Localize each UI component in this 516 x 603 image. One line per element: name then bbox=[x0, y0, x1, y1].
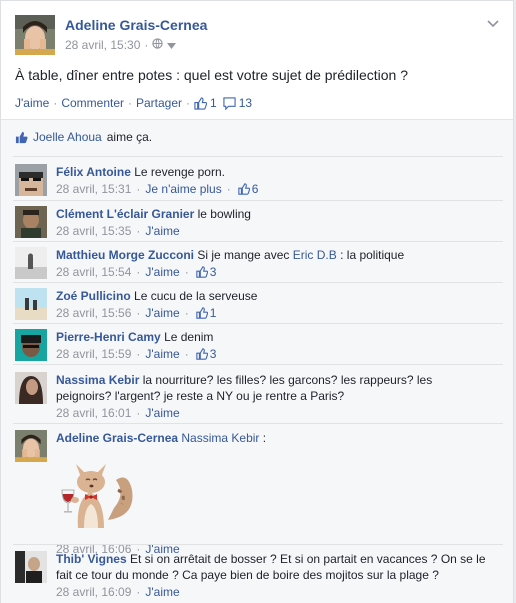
fox-wine-sticker bbox=[56, 450, 142, 532]
like-button[interactable]: J'aime bbox=[145, 305, 179, 321]
comment-text: : la politique bbox=[340, 248, 405, 262]
action-separator: · bbox=[128, 96, 132, 110]
thumbs-up-icon bbox=[196, 266, 208, 278]
post-actions: J'aime · Commenter · Partager · 1 13 bbox=[15, 96, 252, 110]
commenter-name[interactable]: Adeline Grais-Cernea bbox=[56, 431, 178, 445]
comment-bubble-icon[interactable] bbox=[223, 96, 236, 110]
divider bbox=[13, 323, 503, 324]
comment-text: Et si on arrêtait de bosser ? Et si on p… bbox=[129, 552, 486, 566]
mention-link[interactable]: Eric D.B bbox=[293, 248, 337, 262]
divider bbox=[13, 544, 503, 545]
commenter-avatar[interactable] bbox=[15, 551, 47, 583]
comment-date[interactable]: 28 avril, 16:09 bbox=[56, 584, 131, 600]
commenter-avatar[interactable] bbox=[15, 164, 47, 196]
thumbs-up-icon bbox=[15, 131, 28, 144]
divider bbox=[13, 200, 503, 201]
divider bbox=[13, 156, 503, 157]
post-text: À table, dîner entre potes : quel est vo… bbox=[15, 67, 409, 83]
commenter-avatar[interactable] bbox=[15, 206, 47, 238]
like-button[interactable]: J'aime bbox=[145, 584, 179, 600]
comment-date[interactable]: 28 avril, 15:56 bbox=[56, 305, 131, 321]
comment-text: : bbox=[262, 431, 267, 445]
comment-date[interactable]: 28 avril, 15:35 bbox=[56, 223, 131, 239]
globe-icon[interactable] bbox=[152, 38, 164, 52]
post-meta: 28 avril, 15:30 · bbox=[65, 38, 177, 52]
commenter-name[interactable]: Pierre-Henri Camy bbox=[56, 330, 161, 344]
thumbs-up-icon bbox=[196, 307, 208, 319]
thumbs-up-icon[interactable] bbox=[194, 96, 208, 110]
comment-text: Le cucu de la serveuse bbox=[134, 289, 258, 303]
chevron-down-icon[interactable] bbox=[487, 17, 499, 31]
thumbs-up-icon bbox=[238, 183, 250, 195]
comment-count[interactable]: 13 bbox=[239, 96, 252, 110]
post-author-name[interactable]: Adeline Grais-Cernea bbox=[65, 17, 207, 33]
comment-text-pre: Si je mange avec bbox=[197, 248, 290, 262]
comment-text: la nourriture? les filles? les garcons? … bbox=[142, 373, 433, 387]
thumbs-up-icon bbox=[196, 348, 208, 360]
commenter-avatar[interactable] bbox=[15, 247, 47, 279]
comment-text: Le denim bbox=[164, 330, 214, 344]
commenter-name[interactable]: Zoé Pullicino bbox=[56, 289, 131, 303]
action-separator: · bbox=[186, 96, 191, 110]
like-button[interactable]: J'aime bbox=[15, 96, 49, 110]
commenter-avatar[interactable] bbox=[15, 372, 47, 404]
commenter-avatar[interactable] bbox=[15, 288, 47, 320]
like-button[interactable]: J'aime bbox=[145, 405, 179, 421]
divider bbox=[13, 282, 503, 283]
comment-text: le bowling bbox=[197, 207, 251, 221]
comment-likes[interactable]: 3 bbox=[196, 264, 216, 280]
comment-date[interactable]: 28 avril, 15:54 bbox=[56, 264, 131, 280]
liker-name[interactable]: Joelle Ahoua bbox=[33, 130, 102, 144]
like-button[interactable]: J'aime bbox=[145, 346, 179, 362]
comments-section: Joelle Ahoua aime ça. Félix Antoine Le r… bbox=[1, 119, 513, 603]
comment-button[interactable]: Commenter bbox=[61, 96, 124, 110]
meta-dot: · bbox=[144, 38, 149, 52]
share-button[interactable]: Partager bbox=[136, 96, 182, 110]
comment-text: Le revenge porn. bbox=[134, 165, 225, 179]
post-card: Adeline Grais-Cernea 28 avril, 15:30 · À… bbox=[0, 0, 514, 603]
comment-likes[interactable]: 6 bbox=[238, 181, 258, 197]
comment-text-line2: peignoirs? l'argent? je reste a NY ou je… bbox=[56, 389, 345, 403]
unlike-button[interactable]: Je n'aime plus bbox=[145, 181, 221, 197]
commenter-avatar[interactable] bbox=[15, 329, 47, 361]
commenter-name[interactable]: Félix Antoine bbox=[56, 165, 131, 179]
commenter-name[interactable]: Thib' Vignes bbox=[56, 552, 127, 566]
commenter-name[interactable]: Nassima Kebir bbox=[56, 373, 139, 387]
comment-likes[interactable]: 3 bbox=[196, 346, 216, 362]
like-button[interactable]: J'aime bbox=[145, 223, 179, 239]
comment-date[interactable]: 28 avril, 16:01 bbox=[56, 405, 131, 421]
caret-down-icon[interactable] bbox=[167, 38, 177, 52]
likes-suffix: aime ça. bbox=[106, 130, 153, 144]
comment-date[interactable]: 28 avril, 15:59 bbox=[56, 346, 131, 362]
comment-date[interactable]: 28 avril, 15:31 bbox=[56, 181, 131, 197]
post-header: Adeline Grais-Cernea 28 avril, 15:30 · bbox=[15, 15, 501, 57]
like-button[interactable]: J'aime bbox=[145, 264, 179, 280]
divider bbox=[13, 364, 503, 365]
comment-text-line2: fait ce tour du monde ? Ca paye bien de … bbox=[56, 568, 439, 582]
post-date[interactable]: 28 avril, 15:30 bbox=[65, 38, 140, 52]
commenter-name[interactable]: Clément L'éclair Granier bbox=[56, 207, 194, 221]
action-separator: · bbox=[53, 96, 58, 110]
mention-link[interactable]: Nassima Kebir bbox=[181, 431, 259, 445]
comment-likes[interactable]: 1 bbox=[196, 305, 216, 321]
divider bbox=[13, 241, 503, 242]
author-avatar[interactable] bbox=[15, 15, 55, 55]
commenter-avatar[interactable] bbox=[15, 430, 47, 462]
divider bbox=[13, 423, 503, 424]
like-count[interactable]: 1 bbox=[210, 96, 217, 110]
commenter-name[interactable]: Matthieu Morge Zucconi bbox=[56, 248, 194, 262]
likes-summary: Joelle Ahoua aime ça. bbox=[15, 130, 152, 144]
